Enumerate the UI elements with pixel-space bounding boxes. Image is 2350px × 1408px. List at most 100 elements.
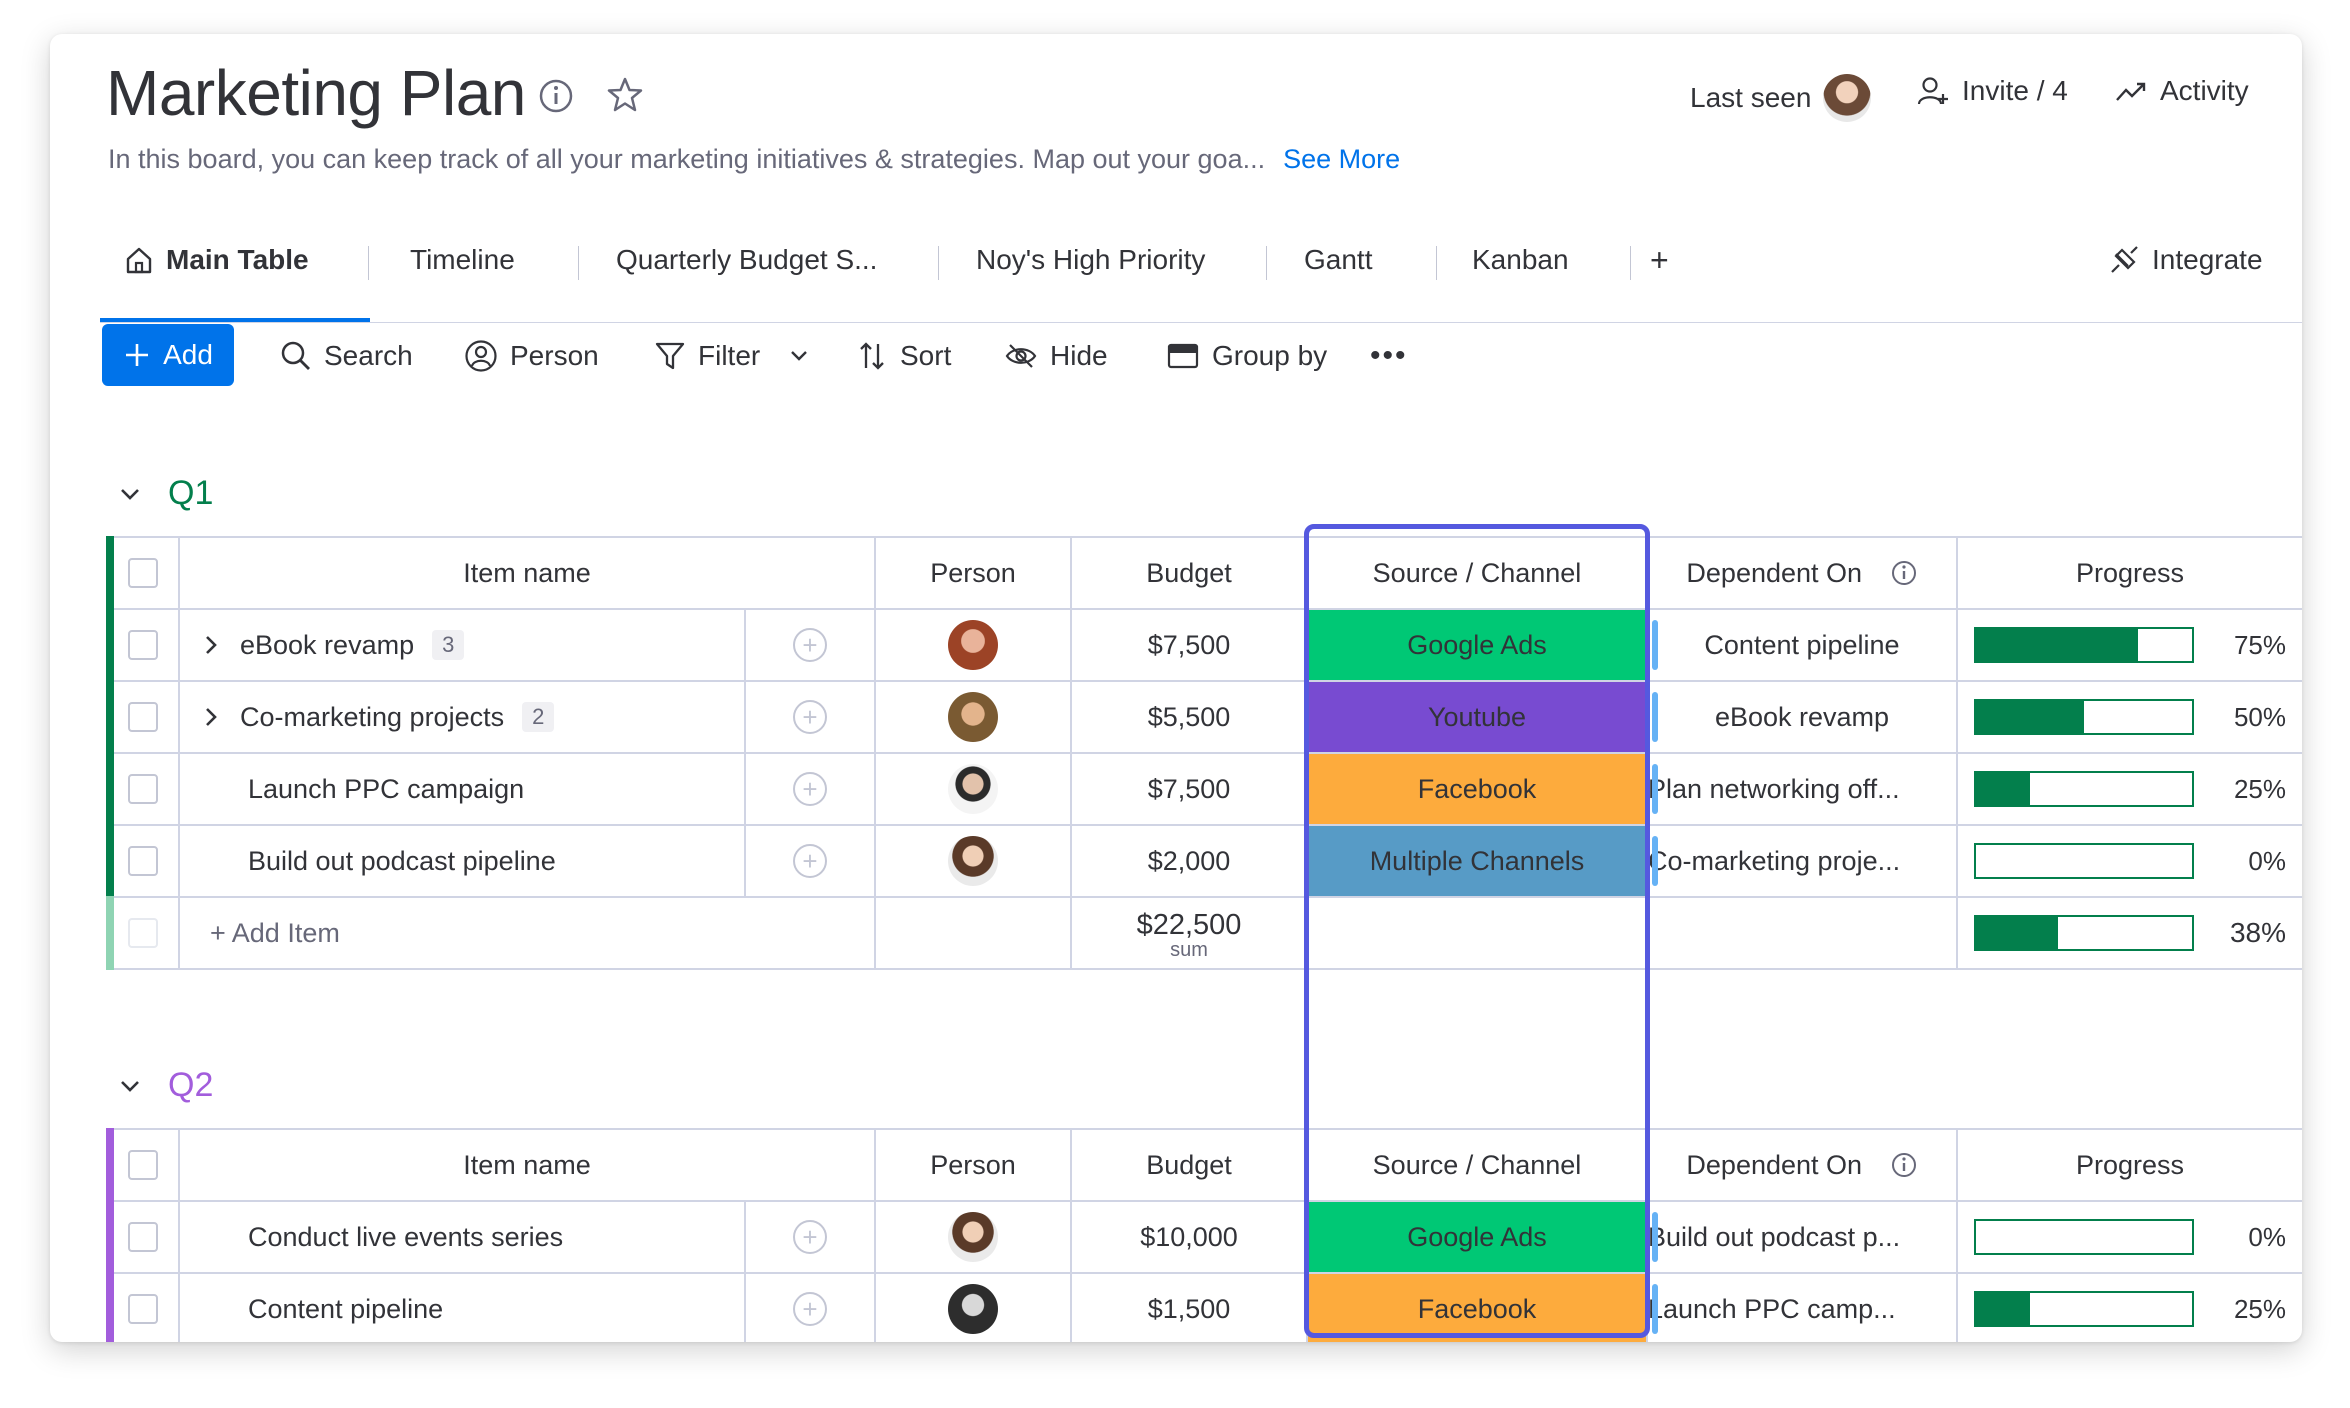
add-view-button[interactable]: +	[1650, 232, 1669, 288]
item-name[interactable]: Co-marketing projects	[240, 702, 504, 733]
column-header-dependent[interactable]: Dependent On	[1646, 1128, 1958, 1202]
item-name[interactable]: Launch PPC campaign	[248, 774, 524, 805]
avatar[interactable]	[948, 1212, 998, 1262]
table-row[interactable]: Co-marketing projects 2 + $5,500 Youtube…	[106, 680, 2302, 754]
avatar[interactable]	[948, 764, 998, 814]
chevron-right-icon[interactable]	[200, 634, 222, 656]
column-header-progress[interactable]: Progress	[1956, 536, 2302, 610]
column-header-source[interactable]: Source / Channel	[1306, 1128, 1648, 1202]
budget-cell[interactable]: $10,000	[1070, 1200, 1308, 1274]
info-icon[interactable]	[538, 78, 574, 114]
channel-status[interactable]: Facebook	[1306, 1272, 1648, 1342]
table-row[interactable]: Launch PPC campaign + $7,500 Facebook Pl…	[106, 752, 2302, 826]
tab-main-table[interactable]: Main Table	[124, 232, 309, 288]
more-options-button[interactable]: •••	[1370, 336, 1408, 376]
group-title[interactable]: Q2	[168, 1066, 213, 1105]
chevron-right-icon[interactable]	[200, 706, 222, 728]
add-update-icon[interactable]: +	[793, 772, 827, 806]
column-header-dependent[interactable]: Dependent On	[1646, 536, 1958, 610]
select-all-checkbox[interactable]	[128, 558, 158, 588]
column-header-person[interactable]: Person	[874, 536, 1072, 610]
group-q1-header[interactable]: Q1	[116, 474, 213, 513]
item-name[interactable]: Content pipeline	[248, 1294, 443, 1325]
dependent-cell[interactable]: Build out podcast p...	[1646, 1200, 1958, 1274]
tab-noys-high-priority[interactable]: Noy's High Priority	[976, 232, 1205, 288]
dependent-item[interactable]: Plan networking off...	[1649, 774, 1900, 804]
dependent-item[interactable]: Co-marketing proje...	[1649, 846, 1900, 876]
hide-button[interactable]: Hide	[1004, 336, 1108, 376]
row-checkbox[interactable]	[128, 1294, 158, 1324]
add-update-icon[interactable]: +	[793, 628, 827, 662]
column-header-person[interactable]: Person	[874, 1128, 1072, 1202]
budget-cell[interactable]: $1,500	[1070, 1272, 1308, 1342]
item-name[interactable]: Conduct live events series	[248, 1222, 563, 1253]
row-checkbox[interactable]	[128, 846, 158, 876]
subitems-count[interactable]: 3	[432, 630, 465, 660]
integrate-button[interactable]: Integrate	[2108, 232, 2263, 288]
add-update-icon[interactable]: +	[793, 1292, 827, 1326]
star-icon[interactable]	[606, 76, 644, 114]
row-checkbox[interactable]	[128, 1222, 158, 1252]
dependent-item[interactable]: Build out podcast p...	[1649, 1222, 1900, 1252]
column-header-item-name[interactable]: Item name	[178, 1128, 876, 1202]
filter-button[interactable]: Filter	[654, 336, 812, 376]
dependent-cell[interactable]: Plan networking off...	[1646, 752, 1958, 826]
info-icon[interactable]	[1890, 1151, 1918, 1179]
channel-status[interactable]: Youtube	[1306, 680, 1648, 754]
tab-quarterly-budget[interactable]: Quarterly Budget S...	[616, 232, 877, 288]
group-title[interactable]: Q1	[168, 474, 213, 513]
dependent-item[interactable]: Launch PPC camp...	[1649, 1294, 1896, 1324]
chevron-down-icon[interactable]	[786, 343, 812, 369]
group-by-button[interactable]: Group by	[1166, 336, 1327, 376]
chevron-down-icon[interactable]	[116, 480, 144, 508]
dependent-item[interactable]: Content pipeline	[1704, 630, 1899, 660]
item-name[interactable]: eBook revamp	[240, 630, 414, 661]
avatar[interactable]	[948, 692, 998, 742]
board-title[interactable]: Marketing Plan	[106, 56, 526, 130]
table-row[interactable]: Conduct live events series + $10,000 Goo…	[106, 1200, 2302, 1274]
group-q2-header[interactable]: Q2	[116, 1066, 213, 1105]
table-row[interactable]: Content pipeline + $1,500 Facebook Launc…	[106, 1272, 2302, 1342]
info-icon[interactable]	[1890, 559, 1918, 587]
channel-status[interactable]: Google Ads	[1306, 608, 1648, 682]
row-checkbox[interactable]	[128, 630, 158, 660]
dependent-cell[interactable]: Launch PPC camp...	[1646, 1272, 1958, 1342]
dependent-cell[interactable]: Co-marketing proje...	[1646, 824, 1958, 898]
row-checkbox[interactable]	[128, 774, 158, 804]
table-row[interactable]: Build out podcast pipeline + $2,000 Mult…	[106, 824, 2302, 898]
avatar[interactable]	[948, 620, 998, 670]
dependent-cell[interactable]: eBook revamp	[1646, 680, 1958, 754]
chevron-down-icon[interactable]	[116, 1072, 144, 1100]
column-header-progress[interactable]: Progress	[1956, 1128, 2302, 1202]
item-name[interactable]: Build out podcast pipeline	[248, 846, 556, 877]
row-checkbox[interactable]	[128, 702, 158, 732]
person-filter-button[interactable]: Person	[464, 336, 599, 376]
table-row[interactable]: eBook revamp 3 + $7,500 Google Ads Conte…	[106, 608, 2302, 682]
add-update-icon[interactable]: +	[793, 844, 827, 878]
last-seen[interactable]: Last seen	[1690, 74, 1872, 122]
avatar[interactable]	[948, 836, 998, 886]
channel-status[interactable]: Facebook	[1306, 752, 1648, 826]
sort-button[interactable]: Sort	[856, 336, 951, 376]
add-item-input[interactable]: + Add Item	[210, 918, 340, 949]
column-header-item-name[interactable]: Item name	[178, 536, 876, 610]
budget-cell[interactable]: $7,500	[1070, 608, 1308, 682]
tab-gantt[interactable]: Gantt	[1304, 232, 1372, 288]
select-all-checkbox[interactable]	[128, 1150, 158, 1180]
tab-timeline[interactable]: Timeline	[410, 232, 515, 288]
tab-kanban[interactable]: Kanban	[1472, 232, 1569, 288]
budget-cell[interactable]: $2,000	[1070, 824, 1308, 898]
column-header-source[interactable]: Source / Channel	[1306, 536, 1648, 610]
invite-button[interactable]: Invite / 4	[1916, 74, 2068, 108]
channel-status[interactable]: Google Ads	[1306, 1200, 1648, 1274]
dependent-item[interactable]: eBook revamp	[1715, 702, 1889, 732]
avatar[interactable]	[948, 1284, 998, 1334]
column-header-budget[interactable]: Budget	[1070, 536, 1308, 610]
add-item-button[interactable]: Add	[102, 324, 234, 386]
budget-cell[interactable]: $5,500	[1070, 680, 1308, 754]
see-more-link[interactable]: See More	[1283, 144, 1400, 174]
dependent-cell[interactable]: Content pipeline	[1646, 608, 1958, 682]
budget-cell[interactable]: $7,500	[1070, 752, 1308, 826]
add-update-icon[interactable]: +	[793, 1220, 827, 1254]
search-button[interactable]: Search	[280, 336, 413, 376]
